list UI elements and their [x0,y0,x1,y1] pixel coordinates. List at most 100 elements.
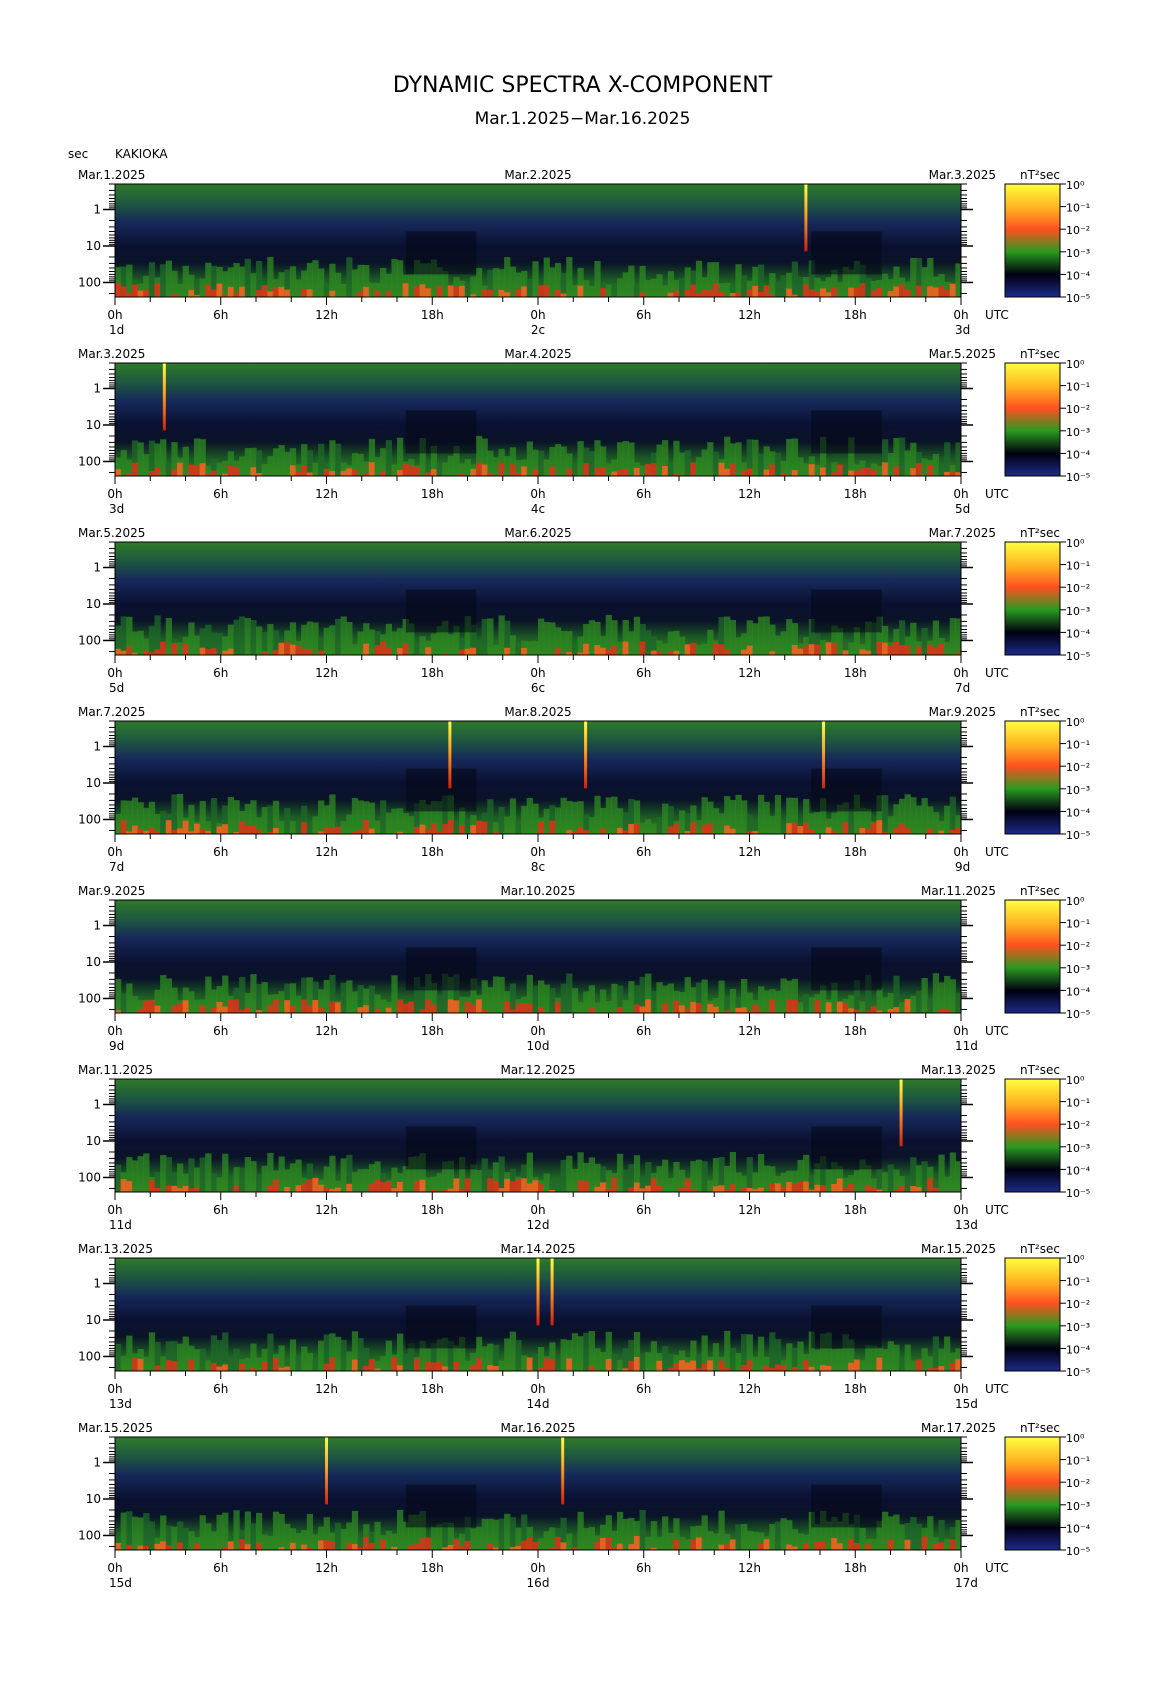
activity-high [543,1358,550,1371]
x-tick-label: 0h [530,1024,545,1038]
activity-band [882,1511,889,1550]
activity-band [492,644,500,655]
activity-band [695,644,703,655]
activity-band [261,807,268,834]
activity-band [729,988,736,1013]
activity-band [662,285,669,297]
x-tick-label: 18h [421,845,444,859]
activity-band [814,464,821,476]
activity-band [233,800,240,834]
activity-band [752,439,759,476]
activity-band [199,1515,206,1550]
activity-high [831,472,838,476]
activity-high [893,466,900,476]
activity-high [616,470,624,476]
activity-band [797,276,804,297]
activity-band [385,440,392,476]
activity-band [622,1000,629,1013]
activity-band [679,1536,686,1550]
activity-band [306,1352,313,1371]
activity-high [628,1544,635,1550]
activity-band [193,635,201,655]
activity-high [690,1001,697,1013]
activity-band [475,268,483,297]
x-tick-label: 0h [953,308,968,322]
x-tick-label: 12h [738,845,761,859]
activity-high [459,649,466,655]
activity-band [239,977,246,1013]
colorbar-tick-label: 10⁻⁵ [1066,1008,1090,1021]
activity-high [171,829,178,834]
activity-high [306,649,313,655]
activity-high [831,1184,838,1192]
activity-high [470,647,477,655]
activity-band [239,616,246,655]
activity-band [707,629,714,655]
activity-band [932,973,940,1013]
activity-band [306,820,313,834]
activity-band [267,456,274,476]
activity-high [898,823,906,834]
activity-high [301,999,308,1013]
activity-band [143,1356,150,1371]
colorbar-tick-label: 10⁻⁵ [1066,1187,1090,1200]
activity-high [154,1005,161,1013]
activity-high [927,828,934,834]
activity-high [244,1007,251,1013]
activity-band [656,817,663,834]
activity-high [679,1360,686,1371]
activity-high [554,1536,562,1550]
activity-band [261,464,268,476]
activity-band [611,796,618,834]
activity-high [222,1364,229,1371]
activity-band [509,1331,517,1371]
activity-band [188,991,195,1013]
x-tick-label: 18h [844,1382,867,1396]
activity-high [808,1366,815,1371]
spike-mark [162,363,166,431]
activity-band [921,1348,928,1371]
colorbar-scale [1004,1436,1061,1551]
activity-band [391,631,398,655]
activity-high [385,1181,392,1192]
colorbar-unit-label: nT²sec [1020,884,1060,898]
activity-band [391,975,398,1013]
activity-high [131,284,139,297]
activity-high [329,827,336,834]
activity-band [735,1352,742,1371]
activity-high [893,286,900,297]
activity-high [188,464,195,476]
activity-high [301,822,308,834]
activity-high [927,1178,934,1192]
quiet-zone [811,768,882,812]
activity-band [769,273,776,297]
x-tick-label: 6h [213,1382,228,1396]
activity-high [633,1357,641,1371]
panel-date-right: Mar.5.2025 [929,347,996,361]
activity-band [284,808,291,834]
activity-band [549,622,556,655]
activity-band [882,1172,889,1192]
activity-band [898,1524,906,1550]
activity-high [210,1363,218,1371]
activity-high [475,462,483,476]
activity-high [408,1001,415,1013]
activity-high [915,462,923,476]
activity-high [284,1000,291,1013]
activity-band [718,1510,725,1550]
activity-high [628,1360,635,1371]
activity-high [746,289,753,297]
activity-high [459,285,466,297]
panel-day-mid: 2c [531,323,545,337]
activity-band [836,282,844,297]
activity-band [639,1509,646,1550]
panel-3: Mar.5.2025 Mar.6.2025 Mar.7.2025 1 10 100 0h 6h… [78,526,1091,695]
activity-high [786,999,793,1013]
activity-high [803,1181,810,1192]
activity-high [233,292,240,297]
activity-band [554,444,562,476]
activity-high [684,289,691,297]
activity-high [757,291,765,297]
activity-band [893,1169,900,1192]
activity-band [436,1524,443,1550]
